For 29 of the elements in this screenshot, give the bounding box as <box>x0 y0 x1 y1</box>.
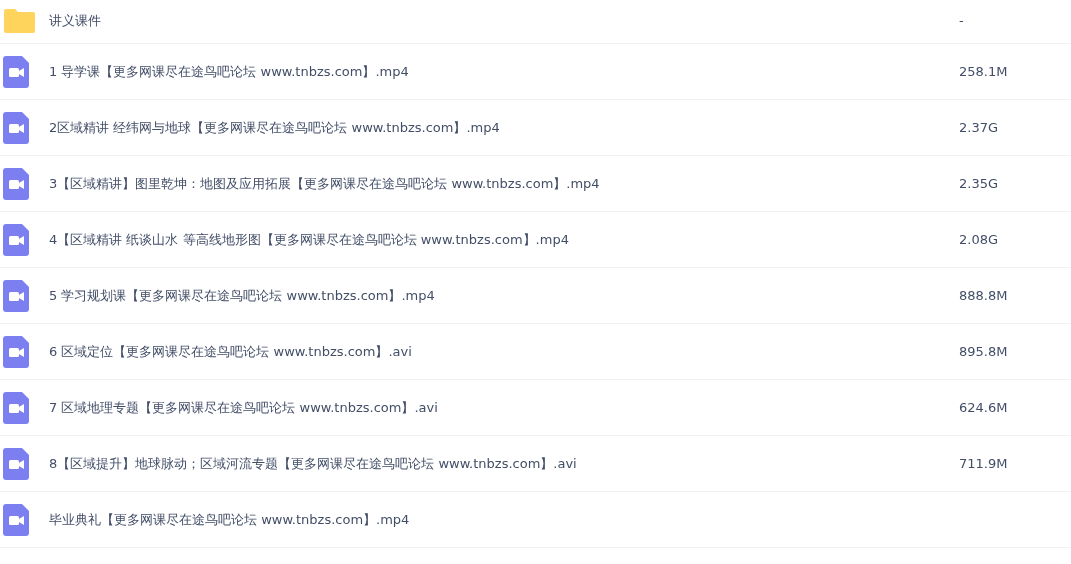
file-size: 258.1M <box>959 62 1009 81</box>
video-file-icon <box>3 111 29 144</box>
video-file-icon <box>3 503 29 536</box>
file-size: 895.8M <box>959 342 1009 361</box>
file-name[interactable]: 讲义课件 <box>49 10 959 31</box>
file-name[interactable]: 3【区域精讲】图里乾坤：地图及应用拓展【更多网课尽在途鸟吧论坛 www.tnbzs.com】.mp4 <box>49 173 959 194</box>
file-size: - <box>959 11 965 30</box>
video-file-icon <box>3 447 29 480</box>
file-size: 624.6M <box>959 398 1009 417</box>
folder-icon <box>3 8 35 33</box>
file-size: 2.37G <box>959 118 1000 137</box>
video-file-icon <box>3 55 29 88</box>
video-file-icon <box>3 279 29 312</box>
file-name[interactable]: 4【区域精讲 纸谈山水 等高线地形图【更多网课尽在途鸟吧论坛 www.tnbzs.com】.mp4 <box>49 229 959 250</box>
file-name[interactable]: 7 区域地理专题【更多网课尽在途鸟吧论坛 www.tnbzs.com】.avi <box>49 397 959 418</box>
file-name[interactable]: 1 导学课【更多网课尽在途鸟吧论坛 www.tnbzs.com】.mp4 <box>49 61 959 82</box>
video-file-icon <box>3 391 29 424</box>
file-size: 711.9M <box>959 454 1009 473</box>
file-name[interactable]: 8【区域提升】地球脉动；区域河流专题【更多网课尽在途鸟吧论坛 www.tnbzs.com】.avi <box>49 453 959 474</box>
file-name[interactable]: 2区域精讲 经纬网与地球【更多网课尽在途鸟吧论坛 www.tnbzs.com】.mp4 <box>49 117 959 138</box>
file-name[interactable]: 5 学习规划课【更多网课尽在途鸟吧论坛 www.tnbzs.com】.mp4 <box>49 285 959 306</box>
video-file-icon <box>3 223 29 256</box>
file-size: 888.8M <box>959 286 1009 305</box>
file-name[interactable]: 6 区域定位【更多网课尽在途鸟吧论坛 www.tnbzs.com】.avi <box>49 341 959 362</box>
video-file-icon <box>3 167 29 200</box>
file-name[interactable]: 毕业典礼【更多网课尽在途鸟吧论坛 www.tnbzs.com】.mp4 <box>49 509 1071 530</box>
file-size: 2.35G <box>959 174 1000 193</box>
video-file-icon <box>3 335 29 368</box>
file-size: 2.08G <box>959 230 1000 249</box>
